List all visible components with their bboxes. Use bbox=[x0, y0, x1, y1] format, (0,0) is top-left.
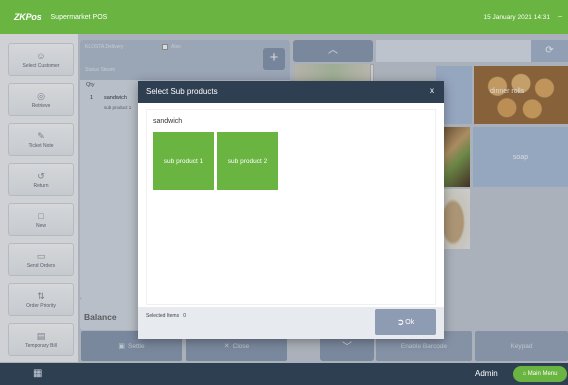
dialog-title: Select Sub products bbox=[146, 87, 218, 96]
home-icon: ⌂ bbox=[522, 371, 527, 377]
cash-register-icon[interactable]: ▦ bbox=[33, 368, 42, 379]
login-icon: ➲ bbox=[396, 316, 405, 327]
date-time: 15 January 2021 14:31 bbox=[483, 14, 551, 21]
app-logo: ZKPos bbox=[14, 12, 42, 22]
close-dialog-button[interactable]: x bbox=[430, 86, 434, 95]
ok-button[interactable]: ➲ Ok bbox=[375, 309, 436, 335]
minus-icon[interactable]: – bbox=[558, 13, 562, 20]
main-menu-button[interactable]: ⌂ Main Menu bbox=[513, 366, 567, 382]
sub-product-2-button[interactable]: sub product 2 bbox=[217, 132, 278, 190]
app-title: Supermarket POS bbox=[50, 13, 108, 21]
select-sub-products-dialog: Select Sub products x sandwich sub produ… bbox=[138, 81, 444, 339]
user-name: Admin bbox=[475, 369, 498, 378]
bottom-bar: ▦ Admin ⌂ Main Menu bbox=[0, 363, 568, 385]
selected-count: 0 bbox=[183, 313, 187, 319]
dialog-body: sandwich sub product 1 sub product 2 bbox=[146, 109, 436, 305]
dialog-footer: Selected Items 0 ➲ Ok bbox=[138, 307, 444, 339]
product-group-name: sandwich bbox=[153, 118, 183, 125]
dialog-header: Select Sub products x bbox=[138, 81, 444, 103]
selected-items-info: Selected Items 0 bbox=[146, 313, 187, 319]
sub-product-1-button[interactable]: sub product 1 bbox=[153, 132, 214, 190]
top-bar: ZKPos Supermarket POS 15 January 2021 14… bbox=[0, 0, 568, 34]
